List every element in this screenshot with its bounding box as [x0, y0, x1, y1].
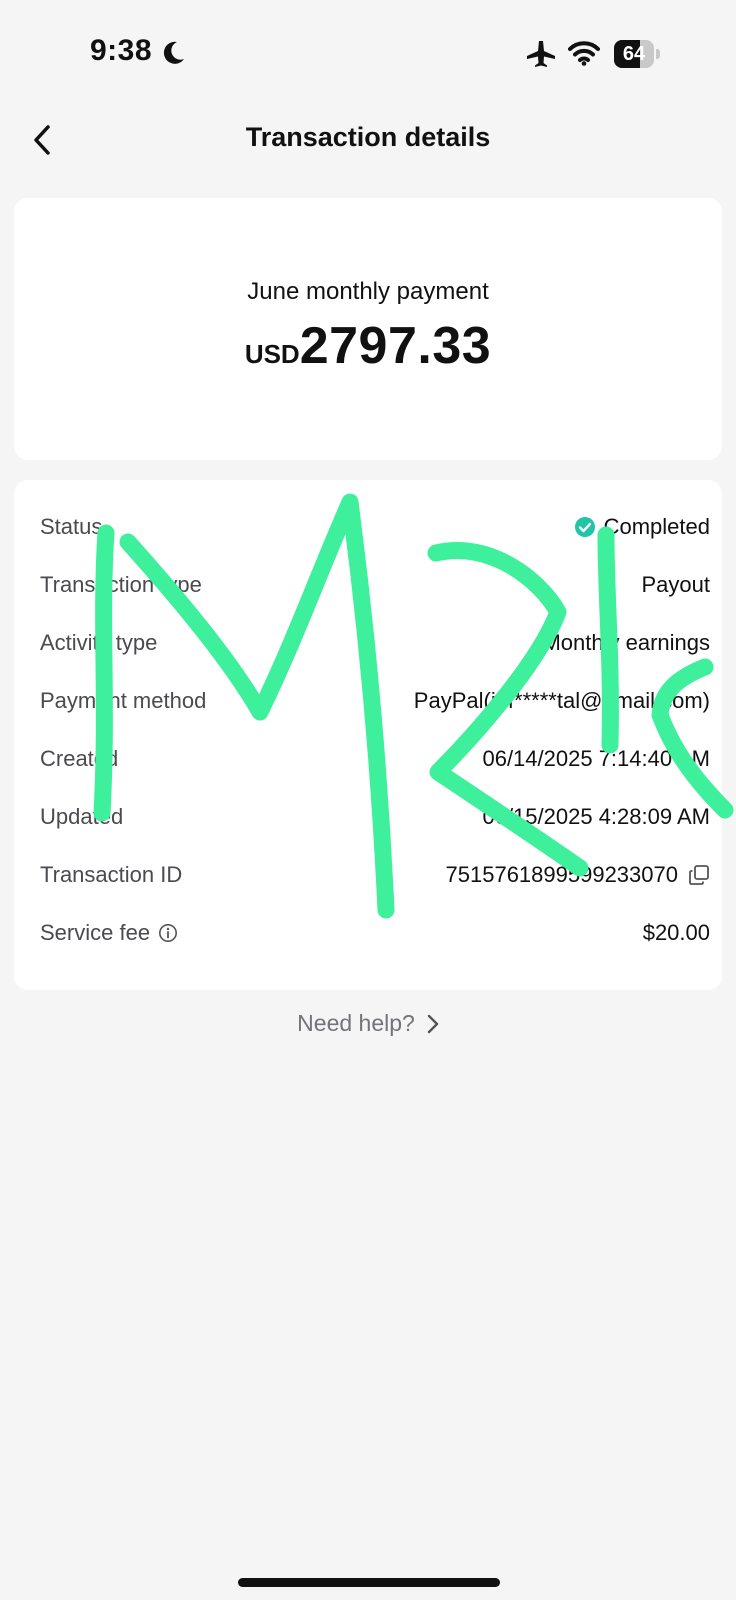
- page-title: Transaction details: [245, 122, 491, 152]
- airplane-icon: [526, 40, 556, 73]
- payment-description: June monthly payment: [247, 278, 489, 305]
- wifi-icon: [568, 40, 600, 71]
- detail-value: $20.00: [642, 920, 710, 945]
- payment-amount: USD2797.33: [14, 316, 722, 376]
- amount-currency: USD: [244, 339, 300, 369]
- detail-value: PayPal(inf*****tal@gmail.com): [413, 688, 710, 713]
- detail-label: Transaction type: [40, 572, 202, 597]
- detail-label: Transaction ID: [40, 862, 183, 887]
- moon-icon: [162, 40, 186, 71]
- detail-row-activity-type: Activity type Monthly earnings: [40, 622, 710, 662]
- detail-row-updated: Updated 06/15/2025 4:28:09 AM: [40, 796, 710, 836]
- detail-value: 7515761899599233070: [446, 862, 710, 888]
- detail-row-transaction-id: Transaction ID 7515761899599233070: [40, 854, 710, 894]
- detail-label: Updated: [40, 804, 124, 829]
- detail-value: 06/15/2025 4:28:09 AM: [482, 804, 710, 829]
- amount-value: 2797.33: [299, 317, 492, 375]
- detail-row-payment-method: Payment method PayPal(inf*****tal@gmail.…: [40, 680, 710, 720]
- detail-label: Created: [40, 746, 119, 771]
- details-card: Status Completed Transaction type Payout…: [14, 480, 722, 990]
- battery-body: 64: [614, 40, 654, 68]
- copy-icon[interactable]: [688, 864, 710, 886]
- transaction-id-value: 7515761899599233070: [445, 862, 678, 887]
- battery-cap: [656, 49, 660, 59]
- detail-row-status: Status Completed: [40, 506, 710, 546]
- home-indicator[interactable]: [238, 1578, 500, 1587]
- detail-value: Payout: [641, 572, 711, 597]
- detail-label: Service fee: [40, 920, 178, 946]
- battery-icon: 64: [614, 40, 660, 68]
- detail-value: 06/14/2025 7:14:40 AM: [482, 746, 710, 771]
- detail-label: Status: [40, 514, 103, 539]
- detail-label: Payment method: [40, 688, 207, 713]
- need-help-label: Need help?: [297, 1010, 415, 1036]
- status-bar: 9:38 64: [0, 0, 736, 100]
- detail-label: Activity type: [40, 630, 158, 655]
- service-fee-label: Service fee: [40, 920, 151, 945]
- detail-row-transaction-type: Transaction type Payout: [40, 564, 710, 604]
- status-value: Completed: [603, 514, 710, 539]
- nav-bar: Transaction details: [0, 100, 736, 180]
- battery-level: 64: [622, 43, 646, 65]
- status-time: 9:38: [90, 34, 153, 67]
- detail-value: Completed: [574, 514, 710, 540]
- need-help-link[interactable]: Need help?: [0, 1010, 736, 1037]
- chevron-right-icon: [427, 1014, 439, 1034]
- detail-row-service-fee: Service fee $20.00: [40, 912, 710, 952]
- check-circle-icon: [574, 516, 596, 538]
- amount-card: June monthly payment USD2797.33: [14, 198, 722, 460]
- detail-row-created: Created 06/14/2025 7:14:40 AM: [40, 738, 710, 778]
- info-icon[interactable]: [158, 923, 178, 943]
- detail-value: Monthly earnings: [542, 630, 710, 655]
